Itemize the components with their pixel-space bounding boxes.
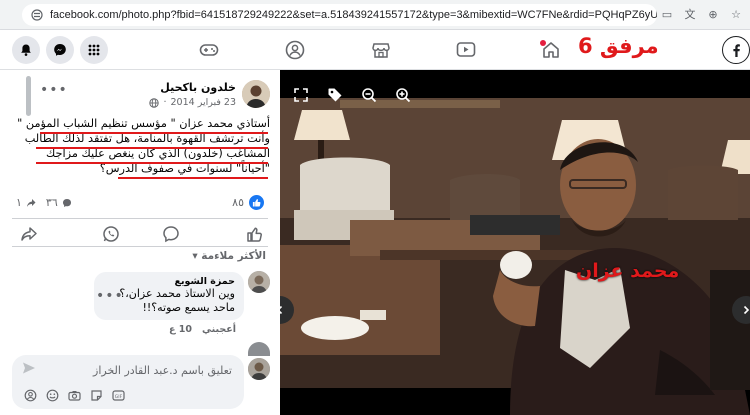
author-photo xyxy=(242,80,270,108)
post-options-icon[interactable]: ••• xyxy=(40,82,68,98)
avatar-sticker-icon[interactable] xyxy=(24,387,37,402)
post-text: أستاذي محمد عزان " مؤسس تنظيم الشباب الم… xyxy=(17,116,270,176)
gif-icon[interactable]: GIF xyxy=(112,387,125,401)
post-actions xyxy=(10,222,270,246)
bookmark-star-icon[interactable]: ☆ xyxy=(728,6,744,22)
comment-age[interactable]: 10 ع xyxy=(169,324,192,335)
chevron-right-icon xyxy=(743,305,750,315)
like-reaction-icon[interactable] xyxy=(249,195,264,210)
shares-count[interactable]: ١ xyxy=(16,196,22,209)
url-text: facebook.com/photo.php?fbid=641518729249… xyxy=(50,9,657,21)
expand-icon xyxy=(294,88,308,102)
comment-input-placeholder: تعليق باسم د.عبد القادر الخراز xyxy=(93,364,232,377)
emoji-icon[interactable] xyxy=(46,387,59,402)
photo-name-caption: محمد عزان xyxy=(576,260,680,282)
photo-viewer: محمد عزان xyxy=(280,70,750,415)
photo-toolbar xyxy=(290,84,414,106)
messenger-button[interactable] xyxy=(46,36,74,64)
author-avatar[interactable] xyxy=(242,80,270,108)
menu-button[interactable] xyxy=(80,36,108,64)
comment-input-tools: GIF xyxy=(24,387,125,402)
screenshot-icon[interactable]: ▭ xyxy=(659,6,675,22)
zoom-in-icon[interactable]: ⊕ xyxy=(705,6,721,22)
thumbs-up-icon xyxy=(252,198,261,207)
grid-menu-icon xyxy=(88,44,100,56)
facebook-topbar: مرفق 6 xyxy=(0,30,750,70)
camera-icon[interactable] xyxy=(68,387,81,401)
facebook-f-icon xyxy=(733,44,740,57)
svg-text:GIF: GIF xyxy=(115,394,123,400)
likes-count[interactable]: ٨٥ xyxy=(232,196,244,209)
chevron-down-icon: ▾ xyxy=(192,250,198,262)
nav-gaming-tab[interactable] xyxy=(198,39,220,61)
tag-button[interactable] xyxy=(324,84,346,106)
translate-icon[interactable]: 文 xyxy=(682,6,698,22)
comment-sort-label: الأكثر ملاءمة xyxy=(201,250,266,262)
panel-scrollbar[interactable] xyxy=(26,76,31,116)
reactions-summary: ٨٥ ١ ٣٦ xyxy=(10,194,270,212)
commenter-photo xyxy=(248,271,270,293)
current-user-avatar[interactable] xyxy=(248,358,270,380)
browser-toolbar-icons: ▭ 文 ⊕ ☆ xyxy=(659,6,744,22)
nav-watch-tab[interactable] xyxy=(455,39,477,61)
divider xyxy=(12,218,268,219)
post-date-text: 23 فبراير 2014 xyxy=(170,97,237,108)
messenger-icon xyxy=(54,44,66,56)
nav-marketplace-tab[interactable] xyxy=(370,39,392,61)
chevron-left-icon xyxy=(280,305,283,315)
red-annotation-underline xyxy=(118,177,268,179)
sticker-icon[interactable] xyxy=(90,387,103,401)
fullscreen-button[interactable] xyxy=(290,84,312,106)
comment-sort-dropdown[interactable]: الأكثر ملاءمة ▾ xyxy=(192,250,266,262)
bell-icon xyxy=(21,44,31,56)
zoom-out-button[interactable] xyxy=(358,84,380,106)
post-text-line: أستاذي محمد عزان " مؤسس تنظيم الشباب الم… xyxy=(17,117,270,130)
zoom-in-button[interactable] xyxy=(392,84,414,106)
zoom-out-icon xyxy=(362,88,377,103)
commenter-name[interactable]: حمزة الشويع xyxy=(103,276,235,287)
tag-icon xyxy=(328,88,342,102)
attachment-label: مرفق 6 xyxy=(578,34,659,58)
commenter-avatar[interactable] xyxy=(248,271,270,293)
red-annotation-underline xyxy=(36,147,268,149)
groups-icon xyxy=(285,40,305,60)
post-date[interactable]: 23 فبراير 2014 · xyxy=(149,97,236,108)
home-notification-dot xyxy=(540,40,546,46)
zoom-in-photo-icon xyxy=(396,88,411,103)
globe-icon xyxy=(149,97,160,108)
separator-dot: · xyxy=(163,97,167,108)
whatsapp-icon[interactable] xyxy=(102,225,120,243)
nav-groups-tab[interactable] xyxy=(284,39,306,61)
comment-meta: أعجبني 10 ع xyxy=(169,324,236,335)
notifications-button[interactable] xyxy=(12,36,40,64)
comment-button-icon[interactable] xyxy=(162,225,180,243)
comment-count-icon xyxy=(62,198,71,207)
post-author-name[interactable]: خلدون باكحيل xyxy=(160,81,236,94)
red-annotation-underline xyxy=(36,162,268,164)
marketplace-icon xyxy=(372,43,390,58)
comment-options-icon[interactable]: ••• xyxy=(96,288,124,304)
share-button-icon[interactable] xyxy=(20,225,38,243)
like-button-icon[interactable] xyxy=(246,225,264,243)
browser-address-bar: facebook.com/photo.php?fbid=641518729249… xyxy=(0,0,750,30)
red-annotation-underline xyxy=(40,132,268,134)
comment-input[interactable]: تعليق باسم د.عبد القادر الخراز GIF xyxy=(12,355,244,409)
site-info-icon[interactable] xyxy=(31,9,43,21)
post-details-panel: خلدون باكحيل 23 فبراير 2014 · ••• أستاذي… xyxy=(0,70,280,415)
next-comment-avatar xyxy=(248,342,270,356)
comments-count[interactable]: ٣٦ xyxy=(46,196,58,209)
comment-like-button[interactable]: أعجبني xyxy=(202,324,236,335)
url-field[interactable]: facebook.com/photo.php?fbid=641518729249… xyxy=(22,4,657,26)
share-count-icon xyxy=(26,198,36,207)
send-icon[interactable] xyxy=(22,361,36,375)
post-photo[interactable] xyxy=(280,70,750,415)
current-user-photo xyxy=(248,358,270,380)
video-icon xyxy=(456,42,476,57)
facebook-logo[interactable] xyxy=(722,36,750,64)
gamepad-icon xyxy=(199,44,219,56)
divider xyxy=(12,246,268,247)
engagement-counts: ١ ٣٦ xyxy=(16,196,72,209)
